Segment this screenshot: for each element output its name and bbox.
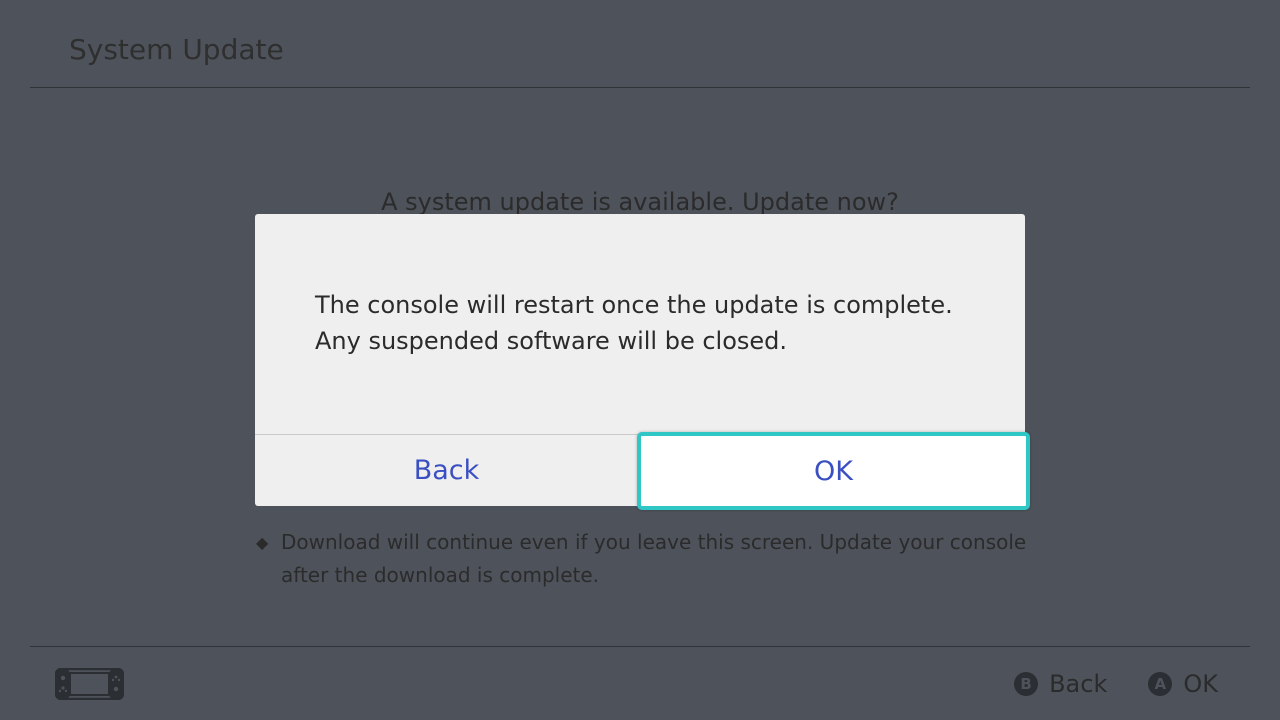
ok-hint[interactable]: A OK — [1148, 670, 1218, 698]
back-button[interactable]: Back — [255, 435, 638, 506]
a-button-icon: A — [1148, 672, 1173, 696]
ok-button[interactable]: OK — [637, 432, 1030, 510]
dialog-message: The console will restart once the update… — [315, 287, 995, 359]
button-hints: B Back A OK — [1014, 664, 1218, 704]
note-bullet-icon: ◆ — [256, 533, 269, 552]
dialog-message-line-2: Any suspended software will be closed. — [315, 327, 788, 355]
ok-hint-label: OK — [1183, 670, 1218, 698]
dialog-message-line-1: The console will restart once the update… — [315, 291, 953, 319]
footer-divider — [30, 646, 1250, 647]
page-title: System Update — [69, 33, 284, 66]
confirm-dialog: The console will restart once the update… — [255, 214, 1030, 510]
header-divider — [30, 87, 1250, 88]
back-hint[interactable]: B Back — [1014, 670, 1107, 698]
handheld-console-icon — [55, 668, 124, 700]
note-text: Download will continue even if you leave… — [281, 530, 1027, 587]
download-note: ◆ Download will continue even if you lea… — [256, 526, 1046, 592]
back-hint-label: Back — [1049, 670, 1108, 698]
b-button-icon: B — [1014, 672, 1039, 696]
